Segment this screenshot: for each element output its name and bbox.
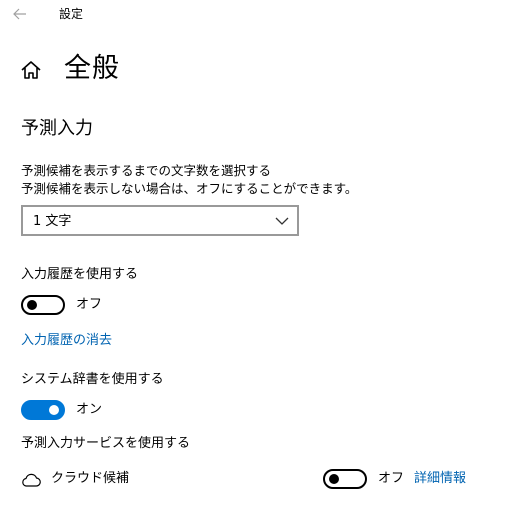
system-dictionary-toggle-state: オン [76,402,103,417]
settings-page: 設定 全般 予測入力 予測候補を表示するまでの文字数を選択する 予測候補を表示し… [0,0,514,523]
home-icon [21,61,41,79]
prediction-service-label: 予測入力サービスを使用する [21,436,191,451]
back-button[interactable] [4,0,36,28]
cloud-candidates-label: クラウド候補 [51,471,130,486]
system-dictionary-toggle[interactable] [21,400,65,420]
cloud-candidates-toggle[interactable] [323,469,367,489]
page-title: 全般 [64,53,120,84]
system-dictionary-label: システム辞書を使用する [21,372,164,387]
candidates-description-line2: 予測候補を表示しない場合は、オフにすることができます。 [21,181,358,196]
details-link[interactable]: 詳細情報 [414,470,466,488]
cloud-candidates-toggle-state: オフ [378,471,405,486]
cloud-icon [22,473,41,487]
toggle-knob [329,474,339,484]
history-label: 入力履歴を使用する [21,267,139,282]
char-count-dropdown[interactable]: 1 文字 [21,205,299,236]
history-toggle-state: オフ [76,297,103,312]
dropdown-value: 1 文字 [33,214,72,229]
app-title: 設定 [59,7,84,21]
candidates-description-line1: 予測候補を表示するまでの文字数を選択する [21,163,272,178]
toggle-knob [49,405,59,415]
title-bar: 設定 [0,0,514,30]
clear-history-link[interactable]: 入力履歴の消去 [21,332,112,350]
chevron-down-icon [275,217,289,225]
section-title: 予測入力 [21,118,93,139]
history-toggle[interactable] [21,295,65,315]
toggle-knob [27,300,37,310]
back-arrow-icon [13,8,26,20]
